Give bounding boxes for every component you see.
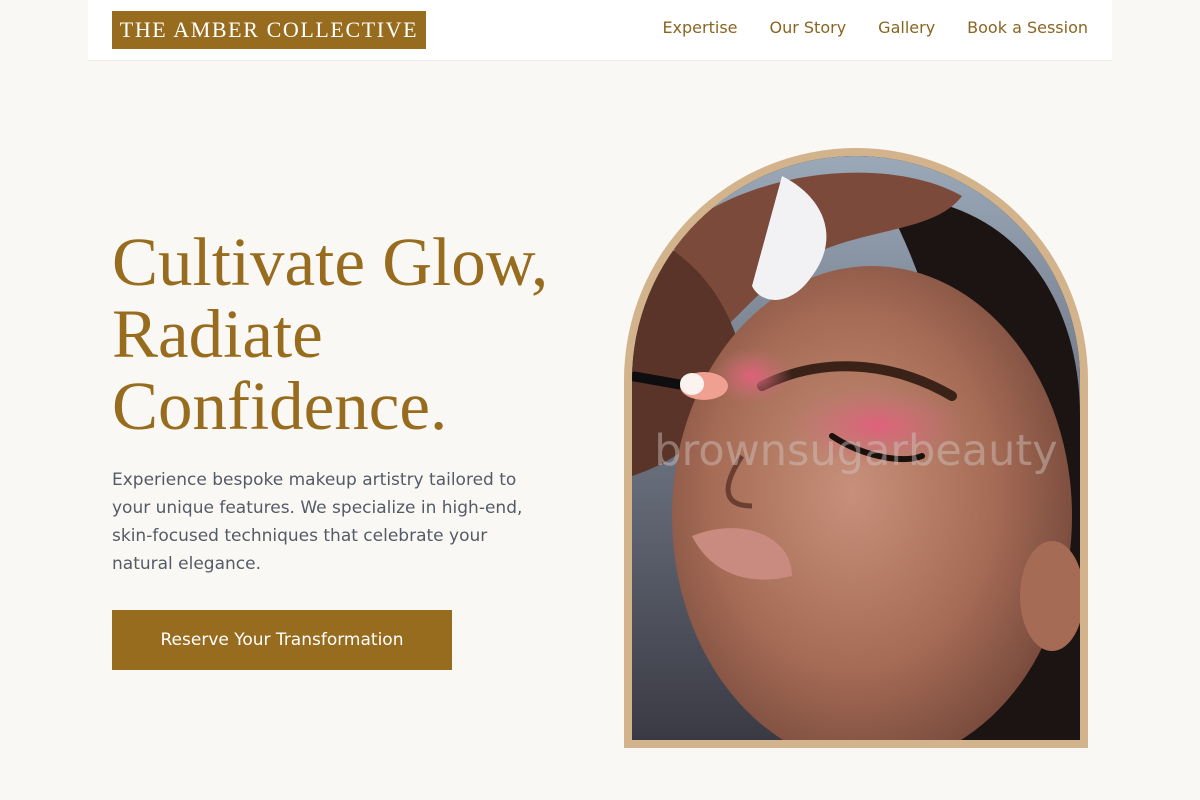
hero-title-line: Cultivate Glow, bbox=[112, 224, 549, 300]
hero-description-line: natural elegance. bbox=[112, 554, 261, 574]
hero-description: Experience bespoke makeup artistry tailo… bbox=[112, 466, 562, 578]
nav-link-gallery[interactable]: Gallery bbox=[878, 18, 935, 37]
reserve-transformation-button[interactable]: Reserve Your Transformation bbox=[112, 610, 452, 670]
hero-title: Cultivate Glow, Radiate Confidence. bbox=[112, 226, 632, 442]
hero-description-line: your unique features. We specialize in h… bbox=[112, 498, 523, 518]
makeup-application-photo: brownsugarbeauty bbox=[632, 156, 1080, 740]
hero-title-line: Radiate bbox=[112, 296, 323, 372]
nav-link-our-story[interactable]: Our Story bbox=[770, 18, 847, 37]
site-header: THE AMBER COLLECTIVE Expertise Our Story… bbox=[88, 0, 1112, 61]
hero-title-line: Confidence. bbox=[112, 368, 448, 444]
hero-description-line: skin-focused techniques that celebrate y… bbox=[112, 526, 488, 546]
nav-link-book-session[interactable]: Book a Session bbox=[967, 18, 1088, 37]
photo-illustration bbox=[632, 156, 1080, 740]
hero-image-frame: brownsugarbeauty bbox=[624, 148, 1088, 748]
nav-link-expertise[interactable]: Expertise bbox=[662, 18, 737, 37]
site-logo[interactable]: THE AMBER COLLECTIVE bbox=[112, 11, 426, 49]
main-nav: Expertise Our Story Gallery Book a Sessi… bbox=[662, 18, 1088, 37]
hero-description-line: Experience bespoke makeup artistry tailo… bbox=[112, 470, 517, 490]
